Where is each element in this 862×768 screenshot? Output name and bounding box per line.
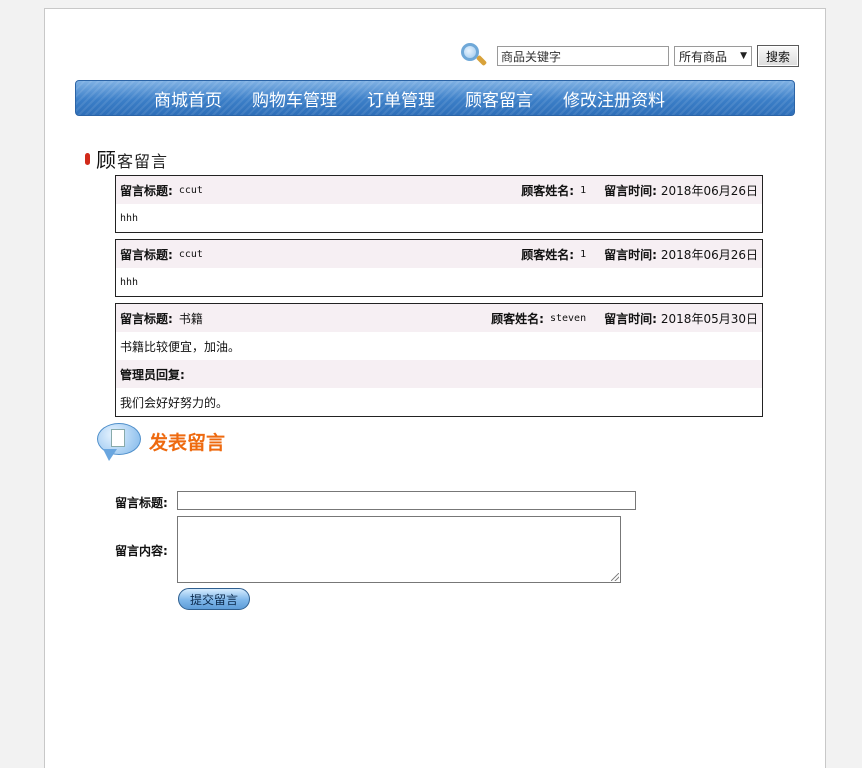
msg-time-value: 2018年05月30日 (660, 311, 758, 326)
message-header: 留言标题: 书籍 顾客姓名: steven 留言时间: 2018年05月30日 (116, 304, 762, 332)
message-header: 留言标题: ccut 顾客姓名: 1 留言时间: 2018年06月26日 (116, 240, 762, 268)
search-input[interactable] (497, 46, 669, 66)
nav-item-profile[interactable]: 修改注册资料 (563, 86, 665, 111)
admin-reply-value: 我们会好好努力的。 (120, 395, 229, 410)
chevron-down-icon: ▼ (740, 51, 747, 61)
msg-title-value: ccut (178, 248, 203, 260)
nav-item-orders[interactable]: 订单管理 (367, 86, 435, 111)
post-title: 发表留言 (149, 431, 226, 454)
message-card: 留言标题: ccut 顾客姓名: 1 留言时间: 2018年06月26日 hhh (115, 239, 763, 297)
section-title-first: 顾 (96, 148, 116, 172)
customer-name-value: 1 (580, 184, 587, 196)
message-content: hhh (116, 268, 762, 296)
msg-title-label: 留言标题: (120, 183, 173, 198)
message-card: 留言标题: 书籍 顾客姓名: steven 留言时间: 2018年05月30日 … (115, 303, 763, 417)
msg-title-value: 书籍 (178, 311, 203, 326)
customer-name-label: 顾客姓名: (491, 311, 544, 326)
msg-title-value: ccut (178, 184, 203, 196)
submit-message-button[interactable]: 提交留言 (178, 588, 250, 610)
msg-content-value: hhh (120, 276, 139, 288)
speech-bubble-icon (97, 421, 143, 461)
resize-grip-icon[interactable] (611, 573, 619, 581)
msg-time-label: 留言时间: (604, 311, 657, 326)
msg-time-value: 2018年06月26日 (660, 247, 758, 262)
msg-time-value: 2018年06月26日 (660, 183, 758, 198)
main-nav: 商城首页 购物车管理 订单管理 顾客留言 修改注册资料 (75, 80, 795, 116)
admin-reply-header: 管理员回复: (116, 360, 762, 388)
category-select[interactable]: 所有商品 ▼ (674, 46, 752, 66)
msg-title-label: 留言标题: (120, 247, 173, 262)
search-button[interactable]: 搜索 (757, 45, 799, 67)
search-bar: 所有商品 ▼ 搜索 (459, 41, 799, 71)
customer-name-label: 顾客姓名: (521, 183, 575, 198)
message-content: 书籍比较便宜，加油。 (116, 332, 762, 360)
post-title-label: 留言标题: (115, 496, 168, 510)
nav-item-messages[interactable]: 顾客留言 (465, 86, 533, 111)
nav-item-cart[interactable]: 购物车管理 (252, 86, 337, 111)
msg-time-label: 留言时间: (604, 183, 657, 198)
nav-item-home[interactable]: 商城首页 (154, 86, 222, 111)
customer-name-value: steven (549, 312, 587, 324)
admin-reply-label: 管理员回复: (120, 367, 185, 382)
section-title: 顾 客留言 (85, 144, 168, 173)
post-title-input[interactable] (177, 491, 636, 510)
message-list: 留言标题: ccut 顾客姓名: 1 留言时间: 2018年06月26日 hhh… (115, 175, 763, 423)
msg-time-label: 留言时间: (604, 247, 657, 262)
msg-content-value: 书籍比较便宜，加油。 (120, 339, 241, 354)
section-title-rest: 客留言 (117, 152, 169, 171)
msg-title-label: 留言标题: (120, 311, 173, 326)
page-container: 所有商品 ▼ 搜索 商城首页 购物车管理 订单管理 顾客留言 修改注册资料 顾 … (44, 8, 826, 768)
post-heading: 发表留言 (97, 421, 225, 461)
category-select-value: 所有商品 (679, 49, 728, 64)
post-content-label: 留言内容: (115, 544, 168, 558)
admin-reply-content: 我们会好好努力的。 (116, 388, 762, 416)
message-header: 留言标题: ccut 顾客姓名: 1 留言时间: 2018年06月26日 (116, 176, 762, 204)
message-card: 留言标题: ccut 顾客姓名: 1 留言时间: 2018年06月26日 hhh (115, 175, 763, 233)
msg-content-value: hhh (120, 212, 139, 224)
post-content-textarea[interactable] (177, 516, 621, 583)
message-content: hhh (116, 204, 762, 232)
bullet-icon (85, 152, 90, 165)
customer-name-label: 顾客姓名: (521, 247, 575, 262)
search-magnifier-icon (459, 41, 489, 71)
customer-name-value: 1 (580, 248, 587, 260)
